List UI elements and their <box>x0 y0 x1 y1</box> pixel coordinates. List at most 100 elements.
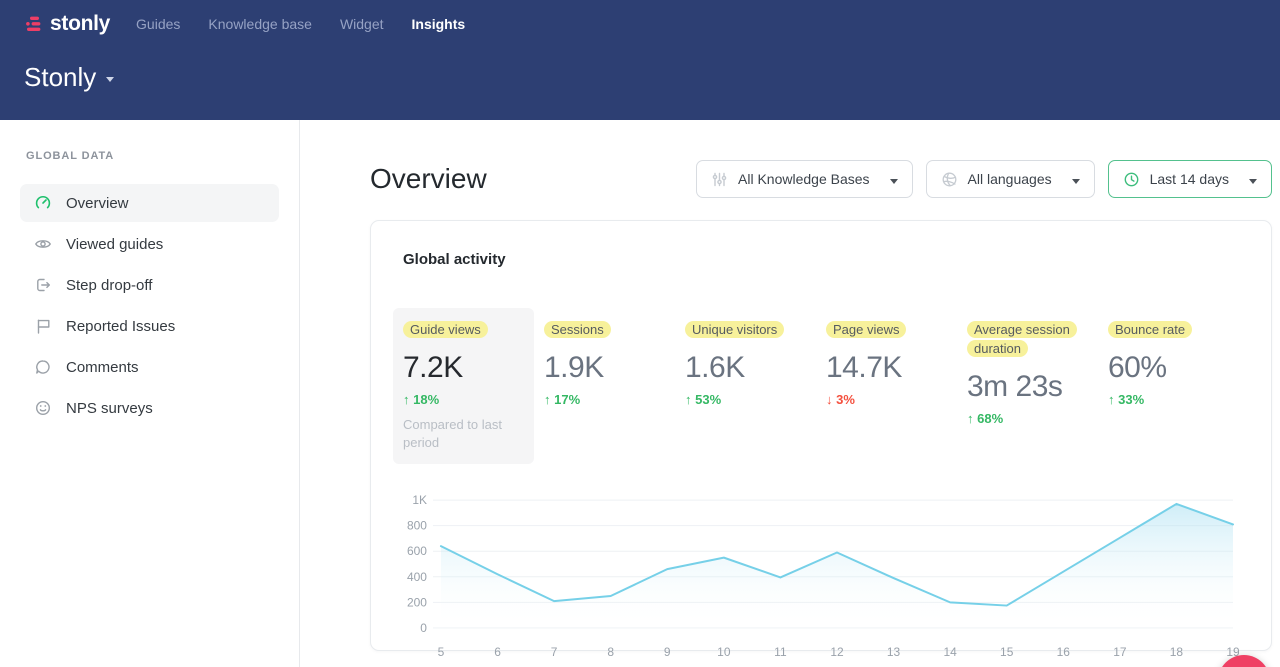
metric-value: 7.2K <box>403 351 524 385</box>
sidebar-item-nps-surveys[interactable]: NPS surveys <box>20 389 279 427</box>
svg-text:17: 17 <box>1113 645 1127 659</box>
nav-item-guides[interactable]: Guides <box>136 16 180 32</box>
metric-guide-views[interactable]: Guide views 7.2K ↑ 18% Compared to last … <box>393 308 534 464</box>
metric-label: Unique visitors <box>685 321 784 338</box>
smiley-icon <box>34 399 52 417</box>
metric-change: ↑ 53% <box>685 392 806 407</box>
nav-item-insights[interactable]: Insights <box>412 16 466 32</box>
logo-text: stonly <box>50 12 110 36</box>
svg-text:800: 800 <box>407 519 427 533</box>
metric-change: ↑ 17% <box>544 392 665 407</box>
svg-text:1K: 1K <box>412 493 427 507</box>
metric-page-views[interactable]: Page views 14.7K ↓ 3% <box>816 308 957 464</box>
top-navigation: Guides Knowledge base Widget Insights <box>136 16 465 32</box>
svg-text:5: 5 <box>438 645 445 659</box>
metric-change: ↑ 68% <box>967 411 1088 426</box>
svg-text:600: 600 <box>407 545 427 559</box>
metric-label: Bounce rate <box>1108 321 1192 338</box>
metric-label: Sessions <box>544 321 611 338</box>
metric-change: ↑ 33% <box>1108 392 1229 407</box>
chevron-down-icon <box>1249 179 1257 184</box>
svg-text:7: 7 <box>551 645 558 659</box>
date-range-filter-dropdown[interactable]: Last 14 days <box>1108 160 1272 198</box>
chevron-down-icon <box>106 77 114 82</box>
svg-text:18: 18 <box>1170 645 1184 659</box>
page-title: Overview <box>370 163 487 195</box>
nav-item-widget[interactable]: Widget <box>340 16 384 32</box>
sliders-icon <box>711 171 728 188</box>
globe-icon <box>941 171 958 188</box>
metric-label: Average session duration <box>967 321 1077 357</box>
main-content: Overview All Knowledge Bases <box>300 120 1280 667</box>
arrow-up-icon: ↑ <box>403 392 410 407</box>
svg-text:10: 10 <box>717 645 731 659</box>
svg-text:8: 8 <box>607 645 614 659</box>
filter-label: All languages <box>968 171 1052 187</box>
metric-value: 1.6K <box>685 351 806 385</box>
sidebar-item-step-drop-off[interactable]: Step drop-off <box>20 266 279 304</box>
filter-label: All Knowledge Bases <box>738 171 870 187</box>
card-title: Global activity <box>403 251 1239 268</box>
svg-text:200: 200 <box>407 596 427 610</box>
gauge-icon <box>34 194 52 212</box>
svg-text:13: 13 <box>887 645 901 659</box>
arrow-down-icon: ↓ <box>826 392 833 407</box>
clock-icon <box>1123 171 1140 188</box>
metric-unique-visitors[interactable]: Unique visitors 1.6K ↑ 53% <box>675 308 816 464</box>
global-activity-card: Global activity Guide views 7.2K ↑ 18% C… <box>370 220 1272 651</box>
metric-value: 1.9K <box>544 351 665 385</box>
eye-icon <box>34 235 52 253</box>
sidebar-item-label: Reported Issues <box>66 318 175 335</box>
sidebar-section-label: GLOBAL DATA <box>20 150 279 162</box>
metric-sessions[interactable]: Sessions 1.9K ↑ 17% <box>534 308 675 464</box>
metric-note: Compared to last period <box>403 416 524 452</box>
workspace-name: Stonly <box>24 62 96 93</box>
nav-item-knowledge-base[interactable]: Knowledge base <box>208 16 312 32</box>
arrow-up-icon: ↑ <box>1108 392 1115 407</box>
svg-text:15: 15 <box>1000 645 1014 659</box>
svg-text:11: 11 <box>774 645 787 659</box>
flag-icon <box>34 317 52 335</box>
sidebar-item-viewed-guides[interactable]: Viewed guides <box>20 225 279 263</box>
sidebar-item-label: Overview <box>66 195 129 212</box>
workspace-switcher[interactable]: Stonly <box>24 62 1280 93</box>
stonly-logo-icon <box>24 14 44 34</box>
metric-bounce-rate[interactable]: Bounce rate 60% ↑ 33% <box>1098 308 1239 464</box>
comment-icon <box>34 358 52 376</box>
arrow-up-icon: ↑ <box>544 392 551 407</box>
sidebar-item-label: NPS surveys <box>66 400 153 417</box>
activity-chart: 02004006008001K5678910111213141516171819 <box>403 488 1239 667</box>
svg-text:16: 16 <box>1057 645 1071 659</box>
arrow-up-icon: ↑ <box>685 392 692 407</box>
arrow-up-icon: ↑ <box>967 411 974 426</box>
chevron-down-icon <box>1072 179 1080 184</box>
step-out-icon <box>34 276 52 294</box>
metric-label: Page views <box>826 321 906 338</box>
sidebar-item-overview[interactable]: Overview <box>20 184 279 222</box>
metric-value: 60% <box>1108 351 1229 385</box>
sidebar-item-reported-issues[interactable]: Reported Issues <box>20 307 279 345</box>
metric-label: Guide views <box>403 321 488 338</box>
sidebar-item-label: Comments <box>66 359 139 376</box>
sidebar-item-label: Step drop-off <box>66 277 152 294</box>
metric-average-session-duration[interactable]: Average session duration 3m 23s ↑ 68% <box>957 308 1098 464</box>
svg-text:12: 12 <box>830 645 844 659</box>
area-chart: 02004006008001K5678910111213141516171819 <box>403 488 1239 664</box>
sidebar-item-comments[interactable]: Comments <box>20 348 279 386</box>
language-filter-dropdown[interactable]: All languages <box>926 160 1095 198</box>
svg-text:6: 6 <box>494 645 501 659</box>
filters-bar: All Knowledge Bases All languages <box>696 160 1272 198</box>
svg-text:0: 0 <box>420 621 427 635</box>
chevron-down-icon <box>890 179 898 184</box>
stonly-logo[interactable]: stonly <box>24 12 110 36</box>
metric-value: 14.7K <box>826 351 947 385</box>
svg-text:400: 400 <box>407 570 427 584</box>
metric-value: 3m 23s <box>967 370 1088 404</box>
knowledge-base-filter-dropdown[interactable]: All Knowledge Bases <box>696 160 913 198</box>
metric-change: ↑ 18% <box>403 392 524 407</box>
metric-change: ↓ 3% <box>826 392 947 407</box>
svg-text:9: 9 <box>664 645 671 659</box>
top-header: stonly Guides Knowledge base Widget Insi… <box>0 0 1280 120</box>
sidebar-item-label: Viewed guides <box>66 236 163 253</box>
sidebar: GLOBAL DATA Overview Viewed guides Step … <box>0 120 300 667</box>
